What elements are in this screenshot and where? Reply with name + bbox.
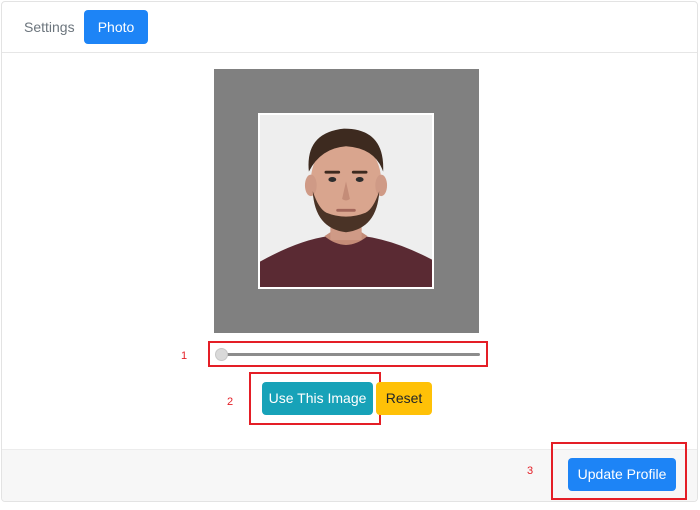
image-cropper[interactable]	[214, 69, 479, 333]
portrait-photo	[260, 115, 432, 287]
update-profile-button[interactable]: Update Profile	[568, 458, 676, 491]
tab-bar: Settings Photo	[2, 2, 697, 53]
tab-settings[interactable]: Settings	[10, 10, 89, 44]
crop-frame-portrait-photo[interactable]	[258, 113, 434, 289]
annotation-box-1	[208, 341, 488, 367]
reset-button[interactable]: Reset	[376, 382, 432, 415]
zoom-slider-track[interactable]	[218, 353, 480, 356]
use-this-image-button[interactable]: Use This Image	[262, 382, 373, 415]
tab-photo[interactable]: Photo	[84, 10, 148, 44]
zoom-slider-thumb[interactable]	[215, 348, 228, 361]
annotation-marker-2: 2	[227, 396, 234, 408]
annotation-marker-1: 1	[181, 350, 188, 362]
annotation-marker-3: 3	[527, 465, 534, 477]
